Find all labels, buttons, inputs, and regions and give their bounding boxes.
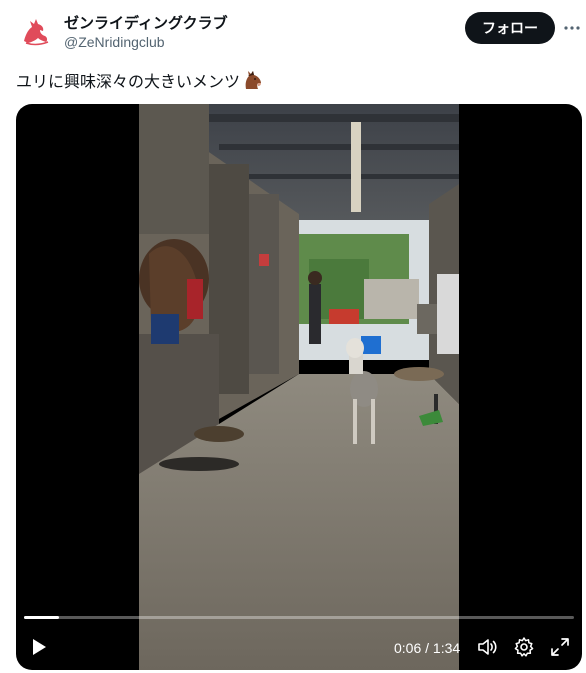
video-frame[interactable] [139, 104, 459, 670]
fullscreen-icon [551, 638, 569, 656]
progress-bar[interactable] [24, 616, 574, 619]
duration: 1:34 [432, 640, 461, 656]
time-display: 0:06 / 1:34 [394, 640, 460, 656]
horse-face-emoji-icon [242, 70, 264, 90]
account-handle[interactable]: @ZeNridingclub [64, 34, 165, 50]
account-name[interactable]: ゼンライディングクラブ [64, 12, 228, 33]
follow-button[interactable]: フォロー [465, 12, 555, 44]
progress-bar-fill [24, 616, 60, 619]
video-player[interactable]: 0:06 / 1:34 [16, 104, 582, 670]
time-separator: / [421, 640, 433, 656]
horse-logo-icon [17, 12, 55, 50]
settings-button[interactable] [513, 636, 535, 658]
volume-icon [478, 639, 497, 655]
tweet-text: ユリに興味深々の大きいメンツ [16, 68, 264, 92]
gear-icon [514, 637, 534, 657]
more-options-icon[interactable] [562, 18, 582, 38]
play-icon [33, 639, 46, 655]
current-time: 0:06 [394, 640, 422, 656]
tweet-header: ゼンライディングクラブ @ZeNridingclub フォロー [0, 0, 586, 60]
tweet-text-content: ユリに興味深々の大きいメンツ [16, 72, 241, 91]
avatar[interactable] [16, 11, 56, 51]
fullscreen-button[interactable] [549, 636, 571, 658]
play-button[interactable] [28, 636, 50, 658]
volume-button[interactable] [476, 636, 498, 658]
video-controls: 0:06 / 1:34 [16, 604, 582, 670]
